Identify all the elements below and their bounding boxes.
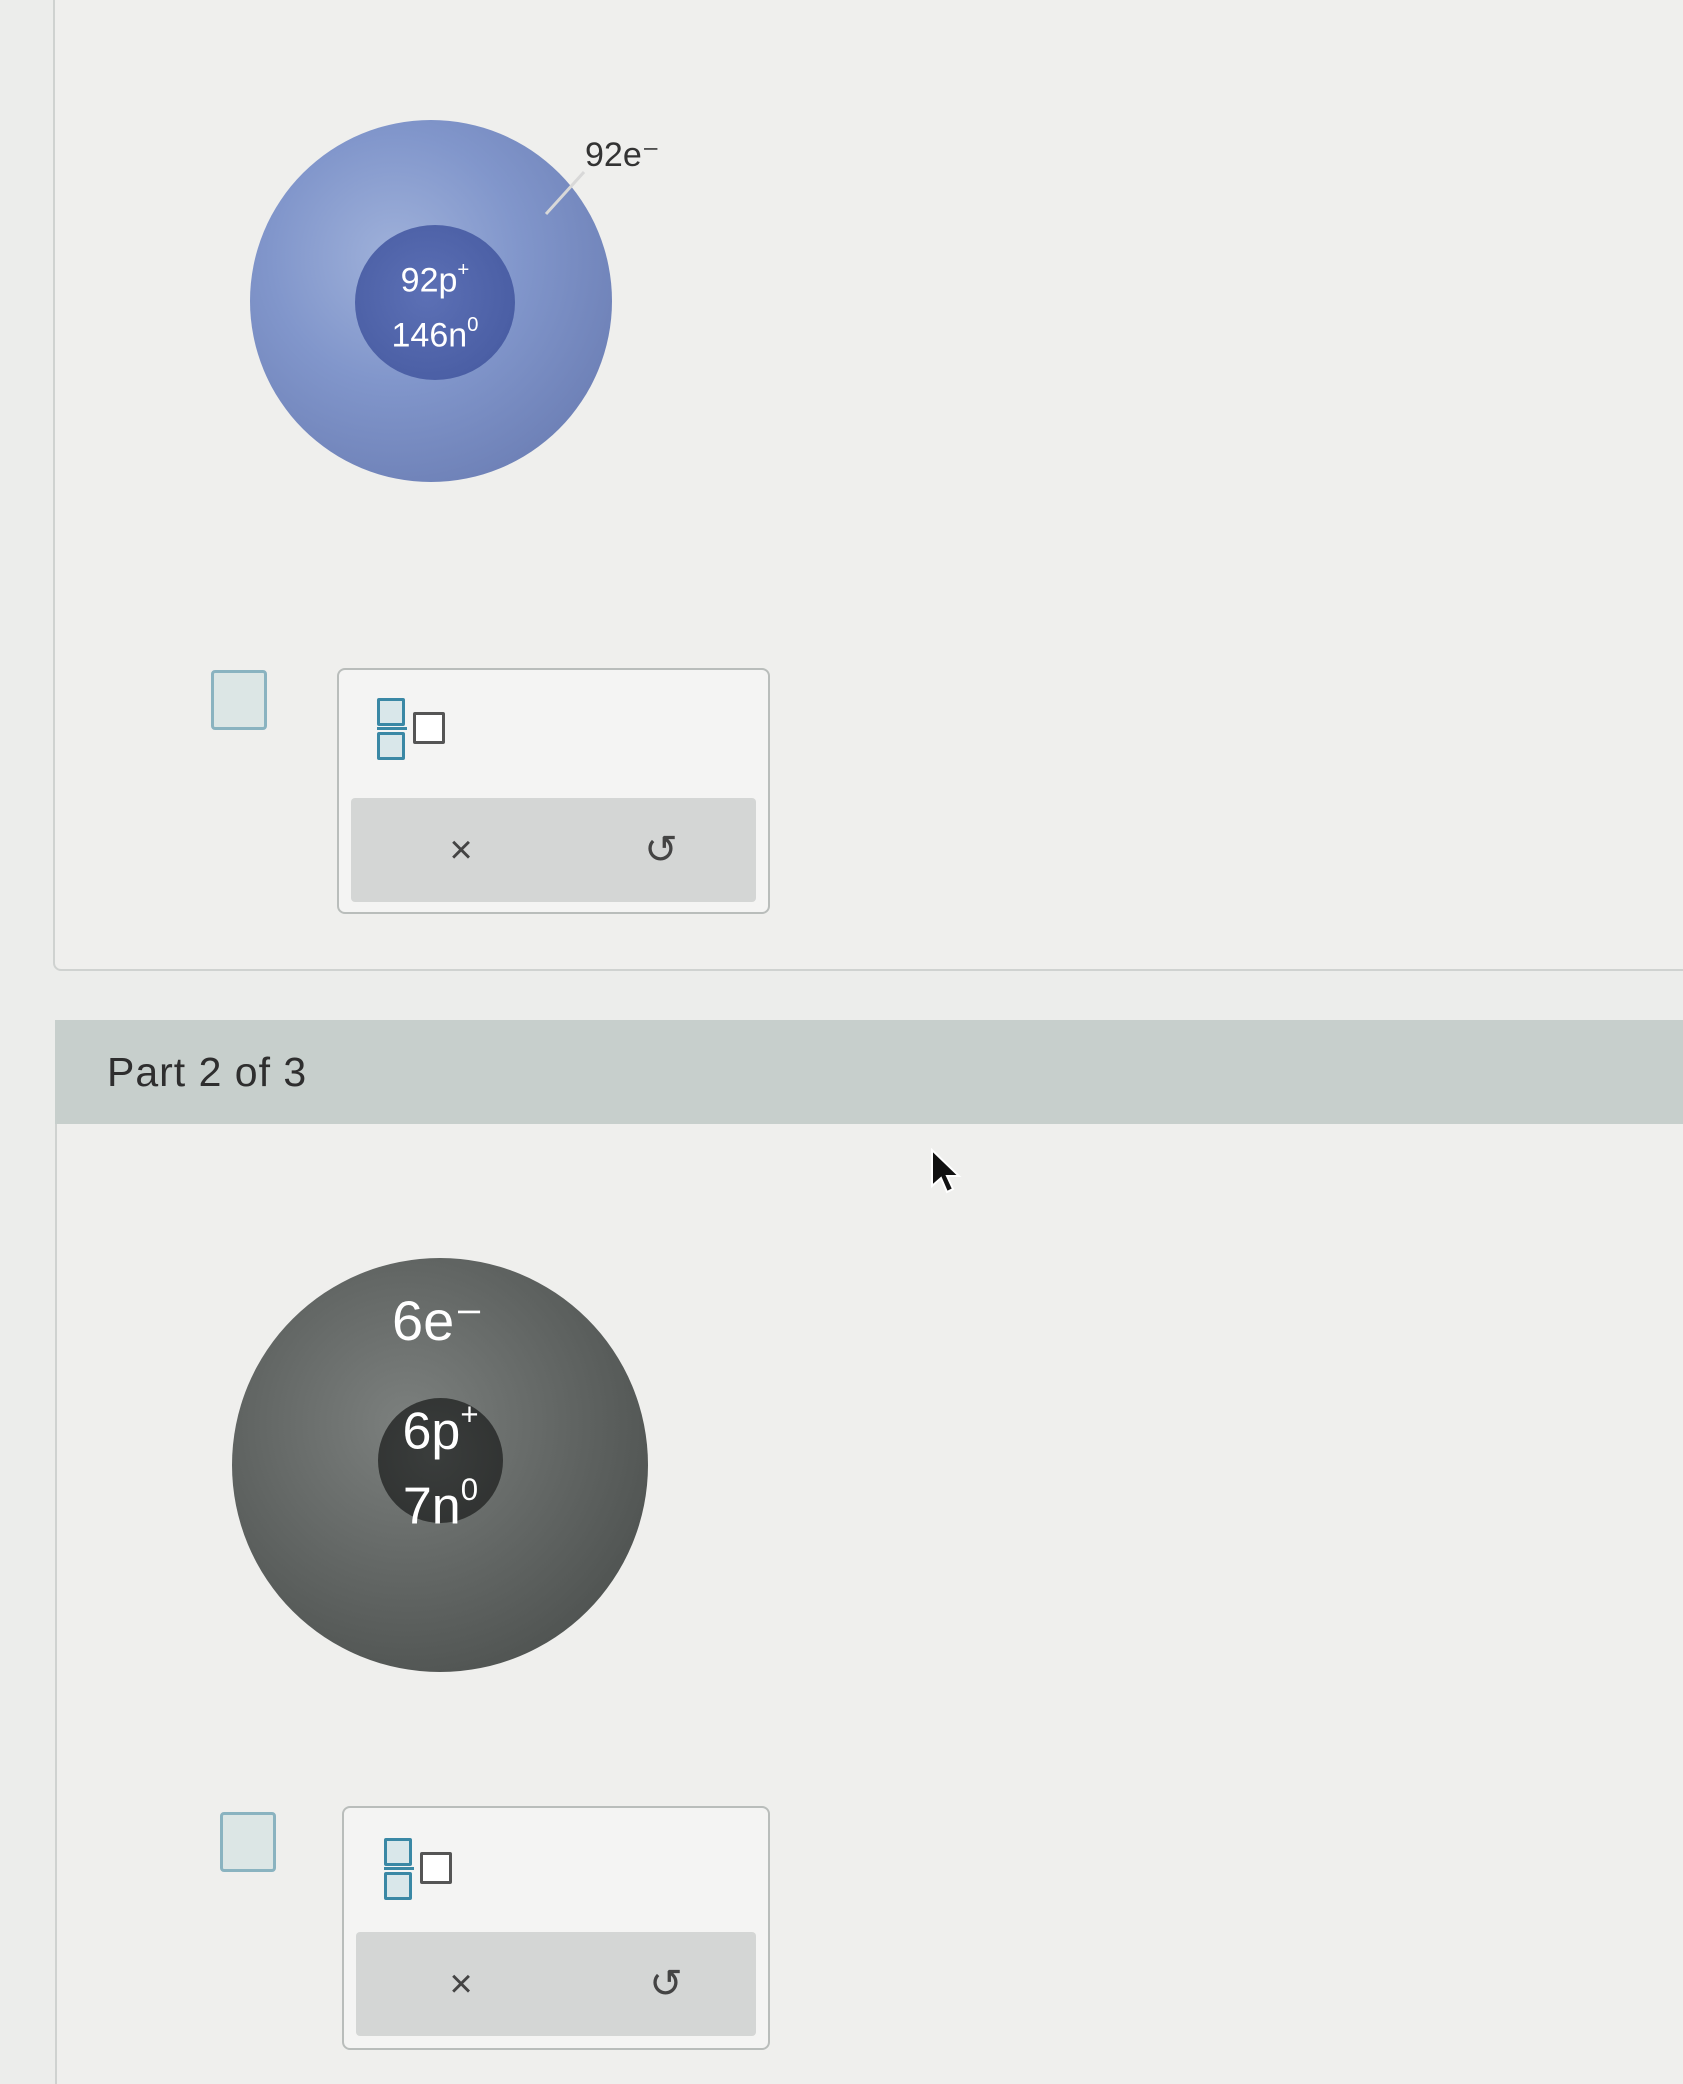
widget-toolbar-part2: × ↺: [356, 1932, 756, 2036]
math-input-widget-part1: × ↺: [337, 668, 770, 914]
mouse-pointer-icon: [931, 1148, 962, 1194]
carbon-electron-label: 6e⁻: [392, 1289, 484, 1352]
undo-icon: ↺: [644, 828, 678, 872]
uranium-proton-count: 92p+: [400, 259, 470, 300]
uranium-nucleus: 92p+ 146n0: [355, 225, 515, 380]
part-title: Part 2 of 3: [107, 1048, 308, 1095]
math-input-widget-part2: × ↺: [342, 1806, 770, 2050]
answer-checkbox-part1[interactable]: [211, 670, 267, 730]
undo-icon: ↺: [649, 1962, 683, 2006]
carbon-proton-count: 6p+: [402, 1397, 479, 1461]
carbon-neutron-count: 7n0: [402, 1471, 479, 1535]
undo-button[interactable]: ↺: [591, 798, 731, 902]
uranium-neutron-count: 146n0: [391, 313, 479, 354]
answer-checkbox-part2[interactable]: [220, 1812, 276, 1872]
widget-toolbar-part1: × ↺: [351, 798, 756, 902]
clear-button[interactable]: ×: [391, 798, 531, 902]
fraction-template-icon[interactable]: [384, 1838, 464, 1908]
carbon-nucleus: 6p+ 7n0: [378, 1397, 503, 1535]
clear-button[interactable]: ×: [391, 1932, 531, 2036]
page: 92e⁻ 92p+ 146n0 × ↺ Part 2 of 3 6e⁻ 6p+ …: [0, 0, 1683, 2084]
undo-button[interactable]: ↺: [596, 1932, 736, 2036]
uranium-electron-label: 92e⁻: [585, 136, 660, 174]
part-header: Part 2 of 3: [55, 1020, 1683, 1124]
fraction-template-icon[interactable]: [377, 698, 457, 768]
electron-label-leader-line: [544, 170, 586, 216]
part1-card: [53, 0, 1683, 971]
